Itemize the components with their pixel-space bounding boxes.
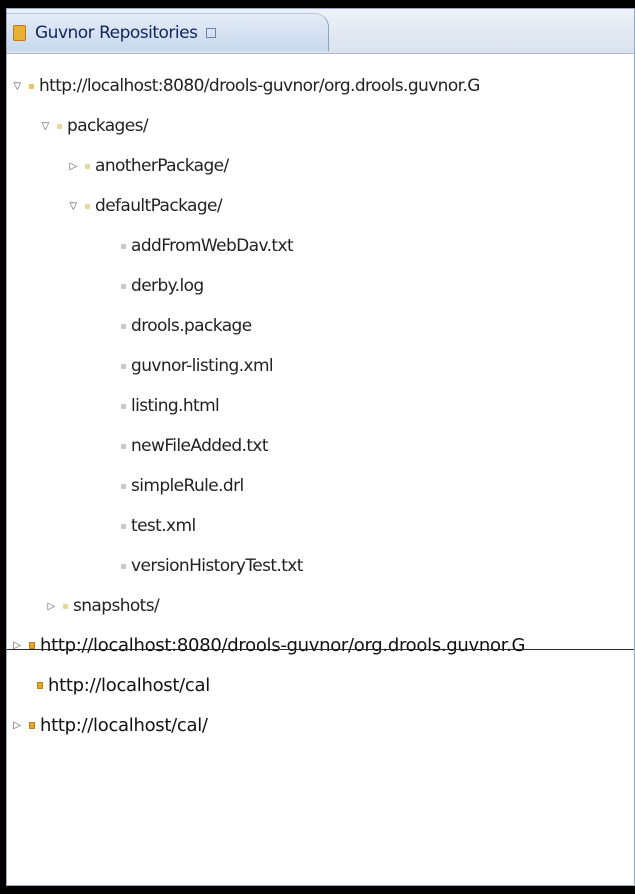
tree-node-file[interactable]: drools.package [121,306,252,346]
repository-tree: ▽ http://localhost:8080/drools-guvnor/or… [7,53,634,885]
guvnor-repositories-tab[interactable]: Guvnor Repositories [7,13,329,51]
file-icon [121,363,126,369]
tree-node-label: http://localhost:8080/drools-guvnor/org.… [40,634,526,656]
tree-node-repository[interactable]: ▷ http://localhost:8080/drools-guvnor/or… [11,625,525,665]
tree-node-label: listing.html [131,396,220,416]
tree-node-label: newFileAdded.txt [131,436,269,456]
expand-arrow-icon[interactable]: ▷ [11,719,23,731]
file-icon [121,443,126,449]
tree-node-label: defaultPackage/ [95,196,223,216]
view-titlebar: Guvnor Repositories [7,9,634,54]
tree-node-label: snapshots/ [73,596,160,616]
file-icon [121,243,126,249]
divider [7,649,634,650]
repository-icon [29,721,35,729]
tree-node-label: packages/ [67,116,149,136]
file-icon [121,323,126,329]
file-icon [121,483,126,489]
expand-arrow-icon[interactable]: ▷ [45,600,57,612]
tree-node-repository[interactable]: http://localhost/cal [37,665,210,705]
repository-icon [29,641,35,649]
tree-node-file[interactable]: derby.log [121,266,204,306]
tree-node-label: simpleRule.drl [131,476,244,496]
file-icon [121,523,126,529]
folder-icon [85,203,90,209]
tree-node-label: test.xml [131,516,196,536]
tree-node-file[interactable]: simpleRule.drl [121,466,244,506]
collapse-arrow-icon[interactable]: ▽ [11,80,23,92]
tree-node-label: http://localhost/cal/ [40,714,208,736]
tree-node-label: addFromWebDav.txt [131,236,294,256]
tree-node-folder[interactable]: ▽ packages/ [39,106,148,146]
repository-icon [37,681,43,689]
folder-icon [85,163,90,169]
maximize-icon[interactable] [206,27,217,38]
tree-node-file[interactable]: newFileAdded.txt [121,426,269,466]
tree-node-repository[interactable]: ▽ http://localhost:8080/drools-guvnor/or… [11,66,480,106]
tree-node-folder[interactable]: ▷ snapshots/ [45,586,159,626]
collapse-arrow-icon[interactable]: ▽ [67,200,79,212]
guvnor-repo-icon [13,24,26,41]
tree-node-label: versionHistoryTest.txt [131,556,303,576]
file-icon [121,283,126,289]
folder-icon [63,603,68,609]
file-icon [121,403,126,409]
tree-node-repository[interactable]: ▷ http://localhost/cal/ [11,705,208,745]
expand-arrow-icon[interactable]: ▷ [67,160,79,172]
tree-node-label: drools.package [131,316,252,336]
tab-title: Guvnor Repositories [35,22,198,43]
file-icon [121,563,126,569]
tree-node-folder[interactable]: ▽ defaultPackage/ [67,186,222,226]
tree-node-file[interactable]: listing.html [121,386,220,426]
tree-node-file[interactable]: test.xml [121,506,196,546]
tree-node-label: anotherPackage/ [95,156,229,176]
tree-node-file[interactable]: versionHistoryTest.txt [121,546,303,586]
tree-node-label: derby.log [131,276,204,296]
tree-node-label: http://localhost/cal [48,674,210,696]
collapse-arrow-icon[interactable]: ▽ [39,120,51,132]
tree-node-label: http://localhost:8080/drools-guvnor/org.… [39,76,480,96]
folder-icon [57,123,62,129]
tree-node-label: guvnor-listing.xml [131,356,274,376]
tree-node-file[interactable]: addFromWebDav.txt [121,226,294,266]
tree-node-file[interactable]: guvnor-listing.xml [121,346,274,386]
guvnor-repositories-view: Guvnor Repositories ▽ http://localhost:8… [6,8,635,886]
tree-node-folder[interactable]: ▷ anotherPackage/ [67,146,229,186]
repository-icon [29,83,34,89]
